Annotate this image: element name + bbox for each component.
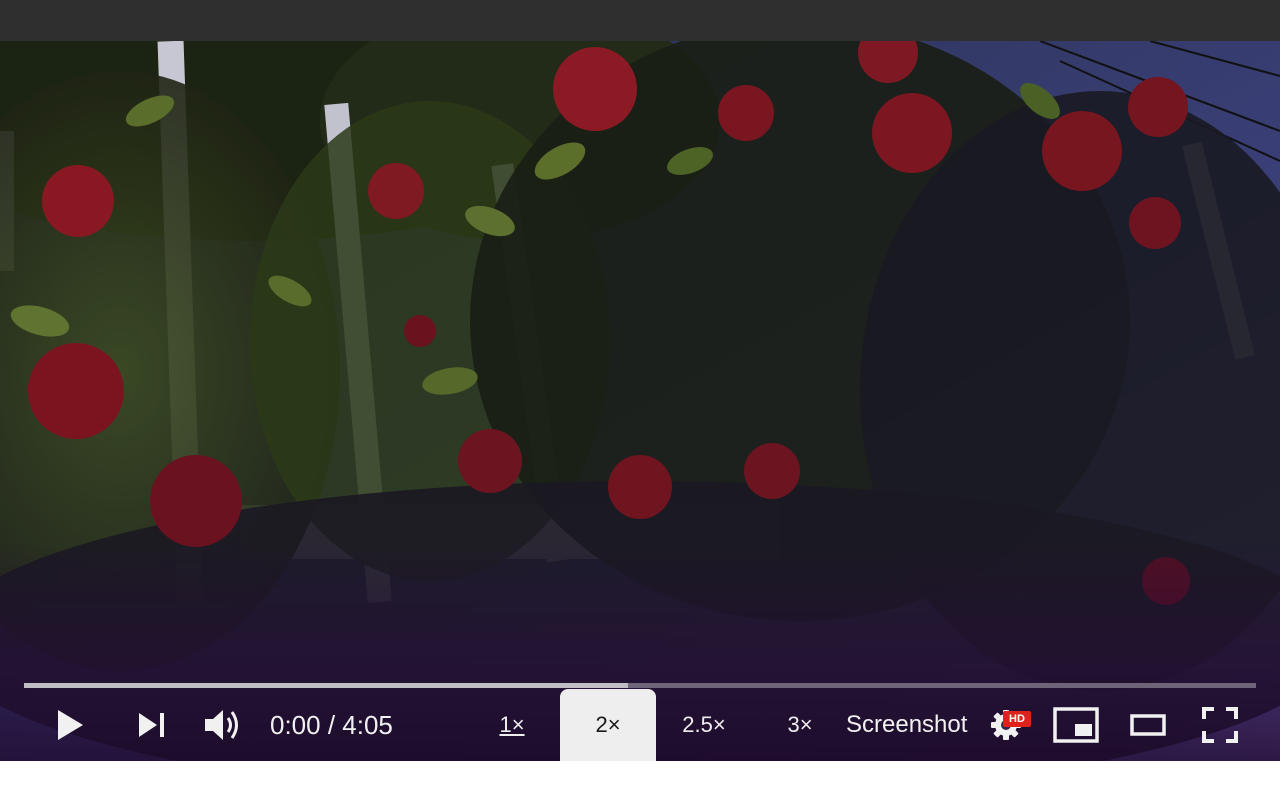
progress-played	[24, 683, 628, 688]
theater-mode-button[interactable]	[1128, 707, 1168, 743]
speed-label: 2×	[595, 712, 621, 737]
play-icon	[58, 710, 83, 740]
speed-option-3x[interactable]: 3×	[780, 689, 820, 761]
time-display: 0:00 / 4:05	[270, 707, 393, 743]
top-bar	[0, 0, 1280, 41]
theater-mode-icon	[1130, 714, 1166, 736]
video-player[interactable]: 0:00 / 4:05 1× 2× 2.5× 3× Screenshot HD	[0, 41, 1280, 761]
next-button[interactable]	[134, 707, 170, 743]
volume-button[interactable]	[200, 705, 244, 745]
screenshot-button[interactable]: Screenshot	[846, 707, 967, 743]
miniplayer-button[interactable]	[1052, 705, 1100, 745]
time-total: 4:05	[342, 710, 393, 740]
time-current: 0:00	[270, 710, 321, 740]
miniplayer-icon	[1053, 707, 1099, 743]
hd-badge: HD	[1003, 711, 1031, 727]
next-icon	[139, 713, 164, 737]
time-separator: /	[320, 710, 343, 740]
fullscreen-button[interactable]	[1198, 705, 1242, 745]
progress-bar[interactable]	[24, 683, 1256, 688]
speed-label: 1×	[499, 712, 525, 737]
play-button[interactable]	[50, 703, 90, 747]
speed-option-2x[interactable]: 2×	[560, 689, 656, 761]
speed-option-1x[interactable]: 1×	[490, 689, 534, 761]
volume-icon	[205, 710, 238, 740]
speed-label: 3×	[787, 712, 813, 737]
fullscreen-icon	[1202, 707, 1238, 743]
speed-label: 2.5×	[682, 712, 726, 737]
speed-option-2-5x[interactable]: 2.5×	[676, 689, 732, 761]
